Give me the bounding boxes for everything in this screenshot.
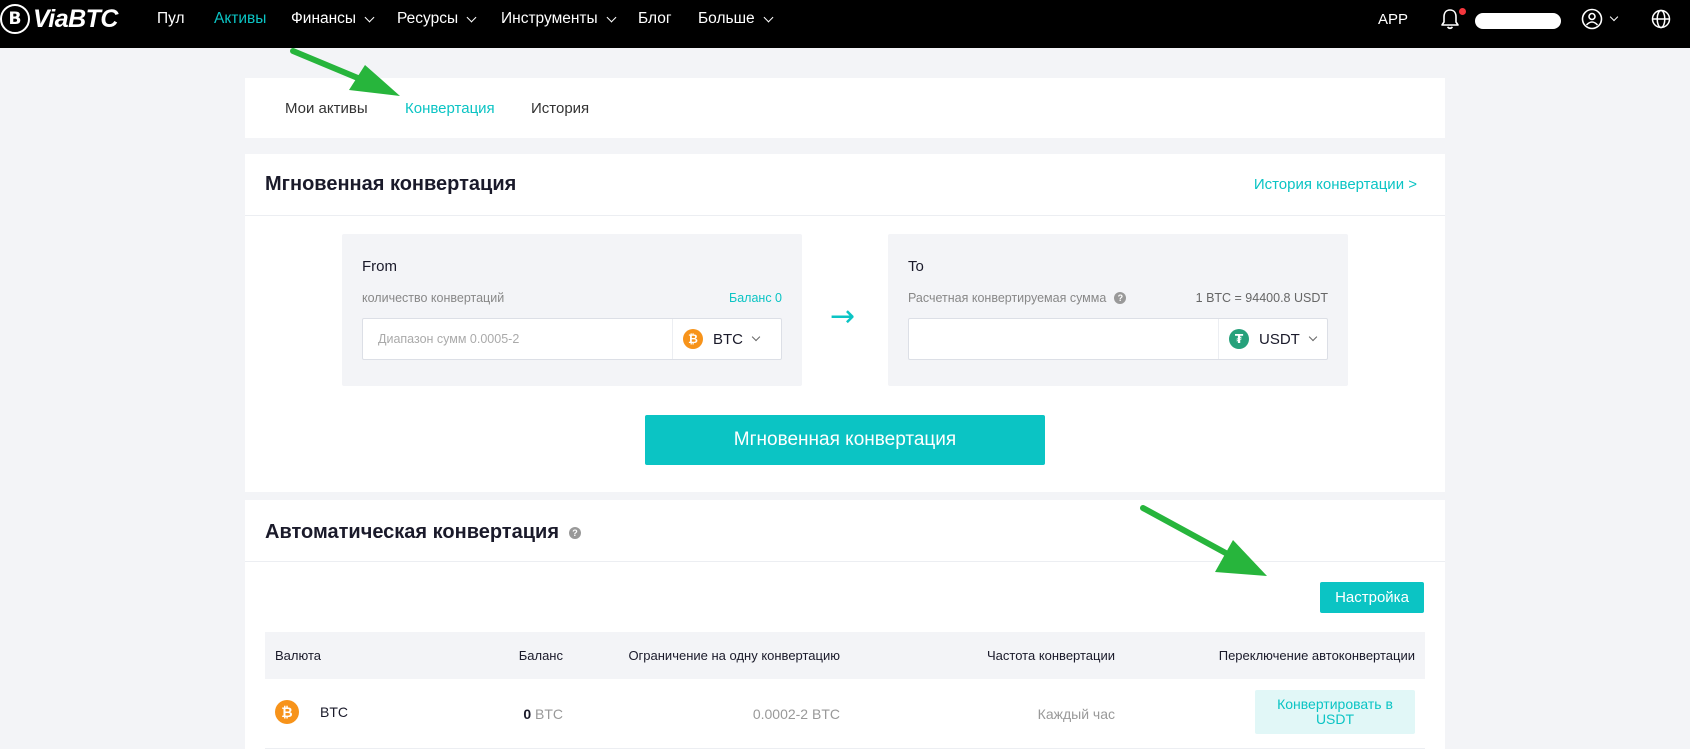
auto-conversion-card: Автоматическая конвертация ? Настройка В… (245, 500, 1445, 749)
nav-item-label: Пул (157, 10, 185, 27)
tab-my-assets[interactable]: Мои активы (285, 100, 368, 117)
from-coin-select[interactable]: ₿ BTC (683, 319, 761, 359)
viabtc-logo[interactable]: B ViaBTC (0, 4, 118, 34)
language-selector[interactable] (1651, 0, 1671, 38)
bitcoin-icon: ₿ (275, 700, 299, 724)
nav-item-finance[interactable]: Финансы (291, 10, 375, 28)
to-coin-label: USDT (1259, 330, 1300, 348)
to-amount-output (909, 319, 1219, 359)
to-title: To (908, 258, 924, 275)
auto-title-wrap: Автоматическая конвертация ? (265, 521, 581, 544)
top-navigation-bar: B ViaBTC Пул Активы Финансы Ресурсы Инст… (0, 0, 1690, 48)
bitcoin-icon: ₿ (683, 329, 703, 349)
nav-item-label: Финансы (291, 10, 357, 27)
help-icon[interactable]: ? (568, 526, 581, 539)
to-input-box: ₮ USDT (908, 318, 1328, 360)
row-balance: 0 BTC (523, 706, 563, 722)
column-header-balance: Баланс (518, 648, 563, 663)
arrow-right-icon: → (830, 299, 856, 334)
tether-icon: ₮ (1229, 329, 1249, 349)
from-amount-input[interactable] (363, 319, 673, 359)
instant-convert-button[interactable]: Мгновенная конвертация (645, 415, 1045, 465)
from-amount-label: количество конвертаций (362, 291, 505, 305)
table-row: ₿ BTC 0 BTC 0.0002-2 BTC Каждый час Конв… (265, 679, 1425, 749)
to-amount-label: Расчетная конвертируемая сумма (908, 291, 1107, 305)
help-icon[interactable]: ? (1114, 292, 1127, 304)
from-coin-label: BTC (713, 330, 743, 348)
user-avatar-icon (1581, 8, 1603, 30)
nav-item-label: Блог (638, 10, 672, 27)
app-link[interactable]: APP (1378, 0, 1408, 38)
username-redacted[interactable] (1475, 13, 1561, 29)
nav-item-blog[interactable]: Блог (638, 10, 672, 28)
nav-item-more[interactable]: Больше (698, 10, 774, 28)
from-balance: Баланс 0 (729, 291, 782, 305)
table-header: Валюта Баланс Ограничение на одну конвер… (265, 632, 1425, 679)
nav-item-label: Ресурсы (397, 10, 459, 27)
from-title: From (362, 258, 397, 275)
notification-dot (1459, 8, 1466, 15)
settings-button[interactable]: Настройка (1320, 582, 1424, 613)
bell-icon (1441, 9, 1459, 30)
exchange-rate: 1 BTC = 94400.8 USDT (1195, 291, 1328, 305)
row-currency: BTC (320, 704, 348, 720)
divider (245, 561, 1445, 562)
nav-item-resources[interactable]: Ресурсы (397, 10, 477, 28)
instant-conversion-card: Мгновенная конвертация История конвертац… (245, 154, 1445, 492)
chevron-down-icon (606, 12, 617, 22)
logo-mark-icon: B (0, 4, 30, 34)
notifications-button[interactable] (1440, 0, 1466, 38)
from-input-box: ₿ BTC (362, 318, 782, 360)
column-header-limit: Ограничение на одну конвертацию (628, 648, 840, 663)
section-title: Автоматическая конвертация (265, 521, 559, 543)
conversion-history-link[interactable]: История конвертации > (1254, 176, 1417, 193)
chevron-down-icon (1308, 332, 1318, 342)
balance-value: 0 (523, 706, 532, 722)
chevron-down-icon (466, 12, 477, 22)
nav-item-label: Инструменты (501, 10, 598, 27)
tab-conversion[interactable]: Конвертация (405, 100, 495, 117)
row-limit: 0.0002-2 BTC (752, 706, 840, 722)
divider (245, 215, 1445, 216)
nav-item-label: Больше (698, 10, 755, 27)
section-title: Мгновенная конвертация (265, 173, 517, 195)
row-frequency: Каждый час (1037, 706, 1115, 722)
column-header-frequency: Частота конвертации (987, 648, 1115, 663)
to-panel: To Расчетная конвертируемая сумма ? 1 BT… (888, 234, 1348, 386)
column-header-auto-toggle: Переключение автоконвертации (1218, 648, 1415, 663)
globe-icon (1651, 9, 1671, 29)
from-panel: From количество конвертаций Баланс 0 ₿ B… (342, 234, 802, 386)
chevron-down-icon (364, 12, 375, 22)
chevron-down-icon (763, 12, 774, 22)
logo-text: ViaBTC (33, 4, 118, 33)
auto-conversion-table: Валюта Баланс Ограничение на одну конвер… (265, 632, 1425, 749)
convert-to-usdt-toggle[interactable]: Конвертировать в USDT (1255, 690, 1415, 734)
nav-item-assets[interactable]: Активы (214, 10, 266, 28)
nav-item-tools[interactable]: Инструменты (501, 10, 617, 28)
asset-tabs: Мои активы Конвертация История (245, 78, 1445, 138)
balance-unit: BTC (535, 706, 563, 722)
chevron-down-icon (751, 332, 761, 342)
chevron-down-icon (1609, 12, 1619, 22)
to-amount-label-wrap: Расчетная конвертируемая сумма ? (908, 291, 1127, 305)
nav-item-label: Активы (214, 10, 267, 27)
account-menu[interactable] (1581, 0, 1619, 38)
tab-history[interactable]: История (531, 100, 589, 117)
to-coin-select[interactable]: ₮ USDT (1229, 319, 1318, 359)
column-header-currency: Валюта (275, 648, 321, 663)
nav-item-pool[interactable]: Пул (157, 10, 185, 28)
